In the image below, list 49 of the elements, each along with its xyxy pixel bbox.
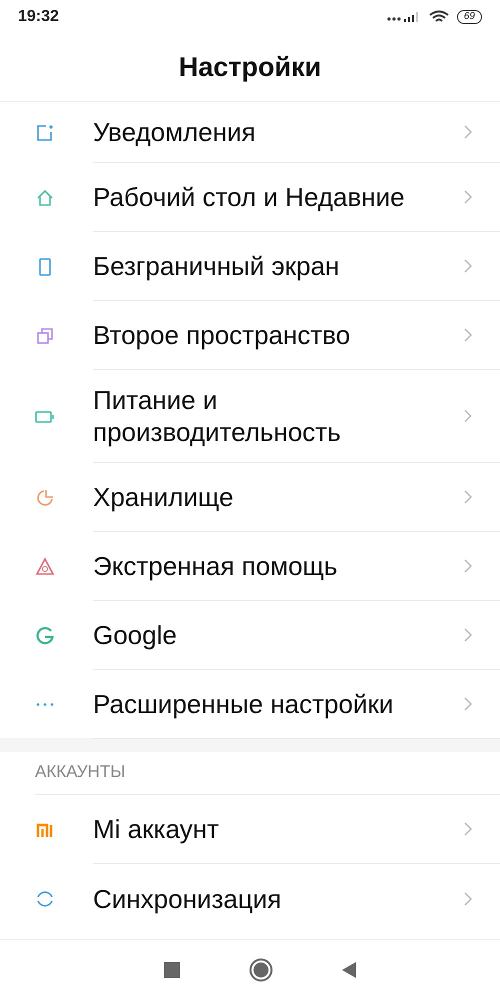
chevron-icon	[464, 190, 472, 204]
chevron-icon	[464, 628, 472, 642]
settings-item[interactable]: Хранилище	[0, 463, 500, 532]
section-header: АККАУНТЫ	[35, 762, 126, 781]
item-label: Экстренная помощь	[93, 550, 338, 582]
item-label: Google	[93, 619, 178, 651]
settings-item[interactable]: Экстренная помощь	[0, 532, 500, 601]
settings-item[interactable]: Безграничный экран	[0, 232, 500, 301]
settings-item[interactable]: Google	[0, 601, 500, 670]
chevron-icon	[464, 490, 472, 504]
item-label: Второе пространство	[93, 319, 352, 351]
status-time: 19:32	[18, 8, 59, 26]
item-label: Синхронизация	[93, 882, 282, 914]
home-button[interactable]	[248, 958, 273, 982]
more-dots-icon	[35, 703, 55, 706]
settings-item[interactable]: Синхронизация	[0, 864, 500, 933]
chevron-icon	[464, 328, 472, 342]
warning-triangle-icon	[35, 556, 55, 576]
wifi-icon	[428, 10, 449, 24]
signal-icon	[386, 12, 421, 22]
back-button[interactable]	[342, 962, 356, 978]
item-label: Рабочий стол и Недавние	[93, 181, 406, 213]
chevron-icon	[464, 892, 472, 906]
pie-icon	[35, 488, 55, 508]
item-label: Питание и производительность	[93, 384, 342, 448]
bell-square-icon	[35, 122, 55, 142]
page-title: Настройки	[178, 52, 322, 83]
settings-item[interactable]: Уведомления	[0, 102, 500, 163]
settings-item[interactable]: Второе пространство	[0, 301, 500, 370]
chevron-icon	[464, 559, 472, 573]
item-label: Уведомления	[93, 116, 257, 148]
g-letter-icon	[35, 626, 55, 646]
sync-icon	[35, 888, 55, 908]
item-label: Хранилище	[93, 481, 234, 513]
item-label: Безграничный экран	[93, 250, 340, 282]
settings-item[interactable]: Mi аккаунт	[0, 795, 500, 864]
settings-item[interactable]: Питание и производительность	[0, 370, 500, 463]
chevron-icon	[464, 409, 472, 423]
copies-icon	[35, 326, 55, 346]
chevron-icon	[464, 125, 472, 139]
chevron-icon	[464, 697, 472, 711]
settings-item[interactable]: Рабочий стол и Недавние	[0, 163, 500, 232]
chevron-icon	[464, 259, 472, 273]
home-icon	[35, 188, 55, 208]
recents-button[interactable]	[164, 962, 180, 978]
battery-indicator: 69	[456, 10, 482, 24]
item-label: Mi аккаунт	[93, 813, 220, 845]
chevron-icon	[464, 822, 472, 836]
item-label: Расширенные настройки	[93, 688, 394, 720]
